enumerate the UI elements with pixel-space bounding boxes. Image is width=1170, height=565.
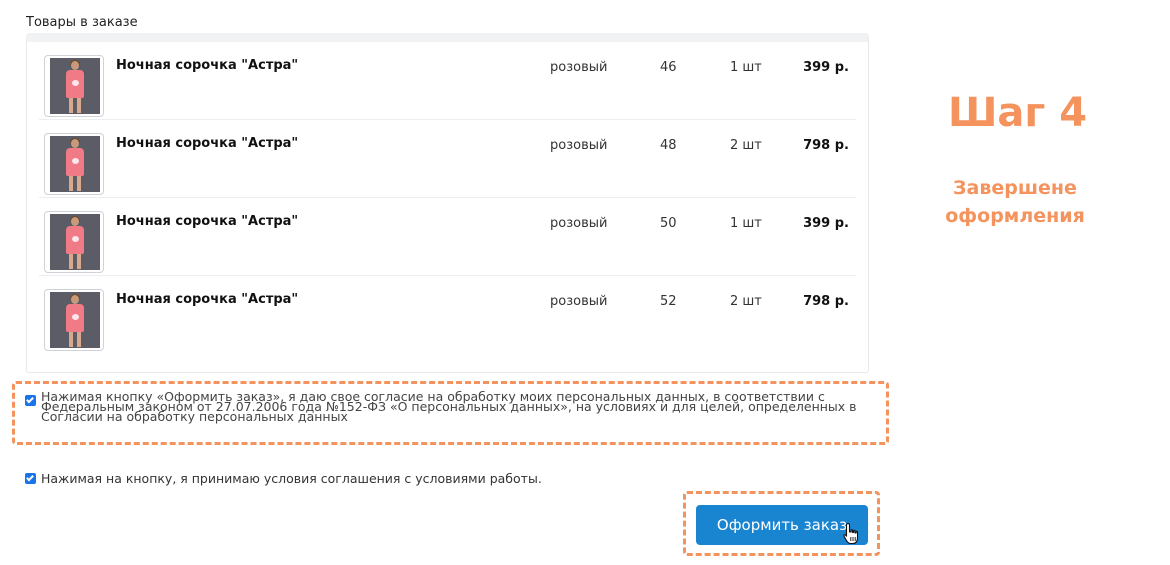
- product-price: 399 р.: [803, 60, 849, 75]
- product-size: 48: [660, 138, 677, 153]
- product-thumbnail[interactable]: [44, 289, 104, 351]
- product-name[interactable]: Ночная сорочка "Астра": [116, 136, 298, 151]
- product-quantity: 2 шт: [730, 138, 762, 153]
- step-subtitle-line: оформления: [945, 205, 1085, 227]
- hand-pointer-icon: [843, 522, 859, 545]
- order-item-row: Ночная сорочка "Астра" розовый 48 2 шт 7…: [39, 120, 856, 198]
- product-size: 46: [660, 60, 677, 75]
- product-color: розовый: [550, 138, 608, 153]
- product-price: 798 р.: [803, 138, 849, 153]
- agreement-checkbox[interactable]: [25, 473, 36, 484]
- checkbox-checked-icon: [26, 395, 34, 404]
- checkbox-checked-icon: [26, 473, 34, 482]
- product-thumbnail[interactable]: [44, 133, 104, 195]
- section-title: Товары в заказе: [26, 15, 138, 30]
- product-size: 52: [660, 294, 677, 309]
- product-name[interactable]: Ночная сорочка "Астра": [116, 292, 298, 307]
- order-item-row: Ночная сорочка "Астра" розовый 46 1 шт 3…: [39, 42, 856, 120]
- agreement-text: Нажимая на кнопку, я принимаю условия со…: [41, 471, 542, 486]
- step-subtitle: Завершене оформления: [915, 174, 1115, 230]
- order-item-row: Ночная сорочка "Астра" розовый 50 1 шт 3…: [39, 198, 856, 276]
- product-color: розовый: [550, 216, 608, 231]
- product-color: розовый: [550, 60, 608, 75]
- product-thumbnail[interactable]: [44, 211, 104, 273]
- product-price: 399 р.: [803, 216, 849, 231]
- product-quantity: 1 шт: [730, 216, 762, 231]
- step-subtitle-line: Завершене: [953, 177, 1077, 199]
- product-quantity: 1 шт: [730, 60, 762, 75]
- product-name[interactable]: Ночная сорочка "Астра": [116, 58, 298, 73]
- product-size: 50: [660, 216, 677, 231]
- consent-text: Нажимая кнопку «Оформить заказ», я даю с…: [41, 389, 857, 424]
- step-title: Шаг 4: [947, 90, 1088, 136]
- product-name[interactable]: Ночная сорочка "Астра": [116, 214, 298, 229]
- order-items-list: Ночная сорочка "Астра" розовый 46 1 шт 3…: [26, 33, 869, 373]
- product-quantity: 2 шт: [730, 294, 762, 309]
- product-thumbnail[interactable]: [44, 55, 104, 117]
- order-item-row: Ночная сорочка "Астра" розовый 52 2 шт 7…: [39, 276, 856, 354]
- product-price: 798 р.: [803, 294, 849, 309]
- product-color: розовый: [550, 294, 608, 309]
- consent-checkbox[interactable]: [25, 395, 36, 406]
